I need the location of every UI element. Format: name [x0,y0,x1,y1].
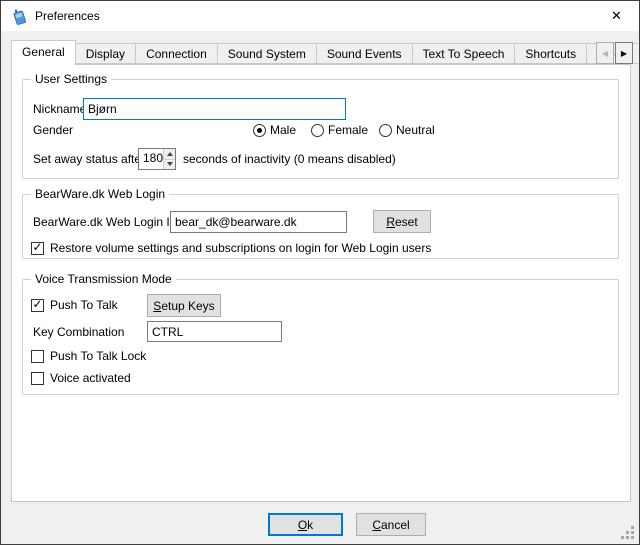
gender-radio-neutral[interactable]: Neutral [379,123,435,137]
tab-shortcuts[interactable]: Shortcuts [514,43,587,64]
button-label: etup Keys [161,299,214,313]
user-settings-group-label: User Settings [31,72,111,86]
tab-text-to-speech[interactable]: Text To Speech [412,43,516,64]
tab-scroll-left-button[interactable]: ◀ [596,42,614,64]
push-to-talk-checkbox[interactable]: ✓ Push To Talk [31,298,118,312]
gender-radio-male[interactable]: Male [253,123,296,137]
arrow-right-icon: ▶ [621,49,627,58]
tab-connection[interactable]: Connection [135,43,218,64]
tab-label: Text To Speech [423,47,505,61]
tab-label: Sound Events [327,47,402,61]
away-status-suffix: seconds of inactivity (0 means disabled) [183,149,396,169]
checkbox-label: Push To Talk [50,298,118,312]
tab-bar: General Display Connection Sound System … [11,40,638,65]
check-icon: ✓ [32,299,42,310]
away-status-label: Set away status after [33,149,145,169]
web-login-id-input[interactable] [170,211,347,233]
radio-icon [253,124,266,137]
tab-label: Display [86,47,125,61]
voice-transmission-group-label: Voice Transmission Mode [31,272,176,286]
checkbox-icon [31,372,44,385]
spin-down-button[interactable] [164,159,175,170]
checkbox-icon: ✓ [31,242,44,255]
button-label: S [153,299,161,313]
checkbox-label: Voice activated [50,371,131,385]
gender-label: Gender [33,120,73,140]
ok-button[interactable]: Ok [268,513,343,536]
tab-label: Sound System [228,47,306,61]
push-to-talk-lock-checkbox[interactable]: Push To Talk Lock [31,349,146,363]
key-combination-input[interactable] [147,321,282,342]
tab-scroll-right-button[interactable]: ▶ [615,42,633,64]
button-label: R [386,215,395,229]
tab-label: General [22,45,65,59]
radio-label: Male [270,123,296,137]
web-login-group-label: BearWare.dk Web Login [31,187,169,201]
checkbox-icon: ✓ [31,299,44,312]
tab-display[interactable]: Display [75,43,136,64]
tab-general[interactable]: General [11,40,76,65]
key-combination-label: Key Combination [33,322,124,342]
spinner-value: 180 [139,149,163,169]
setup-keys-button[interactable]: Setup Keys [147,294,221,317]
button-label: C [372,518,381,532]
nickname-input[interactable] [83,98,346,120]
spin-down-icon [167,162,173,166]
web-login-id-label: BearWare.dk Web Login ID [33,212,178,232]
close-button[interactable]: ✕ [594,1,639,30]
voice-activated-checkbox[interactable]: Voice activated [31,371,131,385]
checkbox-icon [31,350,44,363]
radio-icon [379,124,392,137]
arrow-left-icon: ◀ [602,49,608,58]
button-label: ancel [381,518,410,532]
cancel-button[interactable]: Cancel [356,513,426,536]
button-label: eset [395,215,418,229]
button-label: k [307,518,313,532]
close-icon: ✕ [611,8,622,24]
radio-icon [311,124,324,137]
checkbox-label: Restore volume settings and subscription… [50,241,431,255]
preferences-dialog: Preferences ✕ General Display Connection… [0,0,640,545]
tab-sound-system[interactable]: Sound System [217,43,317,64]
tab-sound-events[interactable]: Sound Events [316,43,413,64]
app-icon [11,8,28,25]
check-icon: ✓ [32,242,42,253]
button-label: O [298,518,307,532]
radio-label: Neutral [396,123,435,137]
gender-radio-female[interactable]: Female [311,123,368,137]
window-title: Preferences [35,9,100,23]
nickname-label: Nickname [33,99,86,119]
checkbox-label: Push To Talk Lock [50,349,146,363]
tab-label: Shortcuts [525,47,576,61]
spinner-buttons [163,149,175,169]
reset-button[interactable]: Reset [373,210,431,233]
title-bar[interactable]: Preferences ✕ [1,1,639,31]
restore-volume-checkbox[interactable]: ✓ Restore volume settings and subscripti… [31,241,431,255]
resize-grip-icon[interactable] [621,526,634,539]
radio-label: Female [328,123,368,137]
away-seconds-spinner[interactable]: 180 [138,148,176,170]
tab-label: Connection [146,47,207,61]
spin-up-button[interactable] [164,149,175,159]
spin-up-icon [167,152,173,156]
